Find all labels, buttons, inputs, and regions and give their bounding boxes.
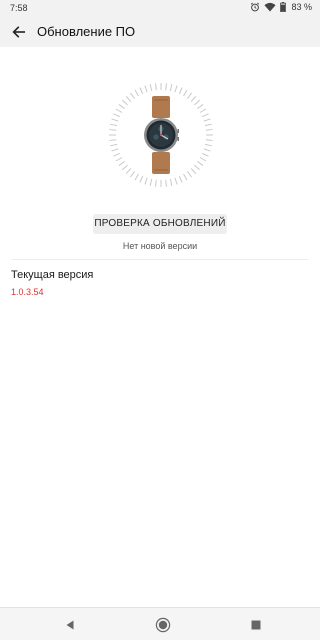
dial-tick [130, 171, 135, 178]
nav-recent-button[interactable] [247, 616, 265, 634]
page-title: Обновление ПО [37, 24, 136, 39]
dial-tick [204, 143, 212, 147]
wifi-icon [264, 2, 276, 12]
nav-home-button[interactable] [154, 616, 172, 634]
back-arrow-icon [12, 26, 25, 38]
check-updates-button[interactable]: ПРОВЕРКА ОБНОВЛЕНИЙ [93, 214, 227, 234]
update-status-text: Нет новой версии [122, 241, 198, 251]
nav-home-icon [155, 617, 171, 633]
dial-tick [118, 104, 125, 109]
current-version-value: 1.0.3.54 [11, 287, 44, 297]
dial-tick [190, 96, 197, 102]
dial-tick [115, 108, 123, 113]
dial-tick [205, 129, 213, 131]
dial-tick [134, 89, 139, 97]
dial-tick [197, 104, 204, 109]
dial-tick [194, 99, 200, 106]
dial-tick [139, 87, 144, 95]
dial-tick [111, 118, 119, 122]
status-icons: 83 % [250, 2, 312, 12]
dial-tick [178, 175, 183, 183]
dial-tick [113, 152, 121, 157]
dial-tick [122, 164, 128, 171]
dial-tick [144, 85, 148, 93]
dial-tick [130, 92, 135, 99]
dial-tick [203, 148, 211, 152]
watch-illustration [108, 82, 214, 188]
dial-tick [111, 148, 119, 152]
back-button[interactable] [8, 21, 30, 43]
dial-tick [201, 113, 209, 118]
current-version-label: Текущая версия [11, 269, 94, 281]
dial-tick [165, 83, 167, 91]
dial-tick [190, 168, 197, 174]
dial-tick [115, 157, 123, 162]
main-content: ПРОВЕРКА ОБНОВЛЕНИЙ Нет новой версии Тек… [0, 47, 320, 607]
battery-icon [280, 2, 287, 12]
dial-tick [183, 89, 188, 97]
dial-tick [178, 87, 183, 95]
dial-tick [149, 178, 153, 186]
alarm-icon [250, 2, 260, 12]
dial-tick [204, 123, 212, 127]
dial-tick [134, 173, 139, 181]
dial-tick [155, 179, 157, 187]
battery-percent: 83 % [291, 2, 312, 12]
dial-tick [187, 171, 192, 178]
dial-tick [205, 139, 213, 141]
dial-tick [125, 96, 132, 102]
dial-tick [122, 99, 128, 106]
app-bar: Обновление ПО [0, 17, 320, 47]
dial-tick [174, 85, 178, 93]
status-bar: 7:58 83 % [0, 0, 320, 17]
nav-recent-icon [251, 620, 261, 630]
dial-tick [194, 164, 200, 171]
dial-tick [187, 92, 192, 99]
dial-tick [125, 168, 132, 174]
dial-tick [155, 83, 157, 91]
navigation-bar [0, 607, 320, 640]
dial-tick [118, 161, 125, 166]
dial-tick [201, 152, 209, 157]
dial-tick [110, 123, 118, 127]
dial-tick [183, 173, 188, 181]
dial-tick [109, 129, 117, 131]
watch-icon [144, 96, 179, 174]
nav-back-button[interactable] [61, 616, 79, 634]
dial-tick [197, 161, 204, 166]
dial-tick [149, 84, 153, 92]
dial-tick [199, 157, 207, 162]
status-time: 7:58 [10, 3, 28, 13]
dial-tick [139, 175, 144, 183]
dial-tick [113, 113, 121, 118]
dial-tick [165, 179, 167, 187]
dial-tick [110, 143, 118, 147]
dial-tick [203, 118, 211, 122]
dial-tick [169, 84, 173, 92]
dial-tick [109, 139, 117, 141]
divider [12, 259, 308, 260]
dial-tick [144, 177, 148, 185]
dial-tick [169, 178, 173, 186]
dial-tick [174, 177, 178, 185]
dial-tick [199, 108, 207, 113]
nav-back-icon [66, 620, 74, 630]
